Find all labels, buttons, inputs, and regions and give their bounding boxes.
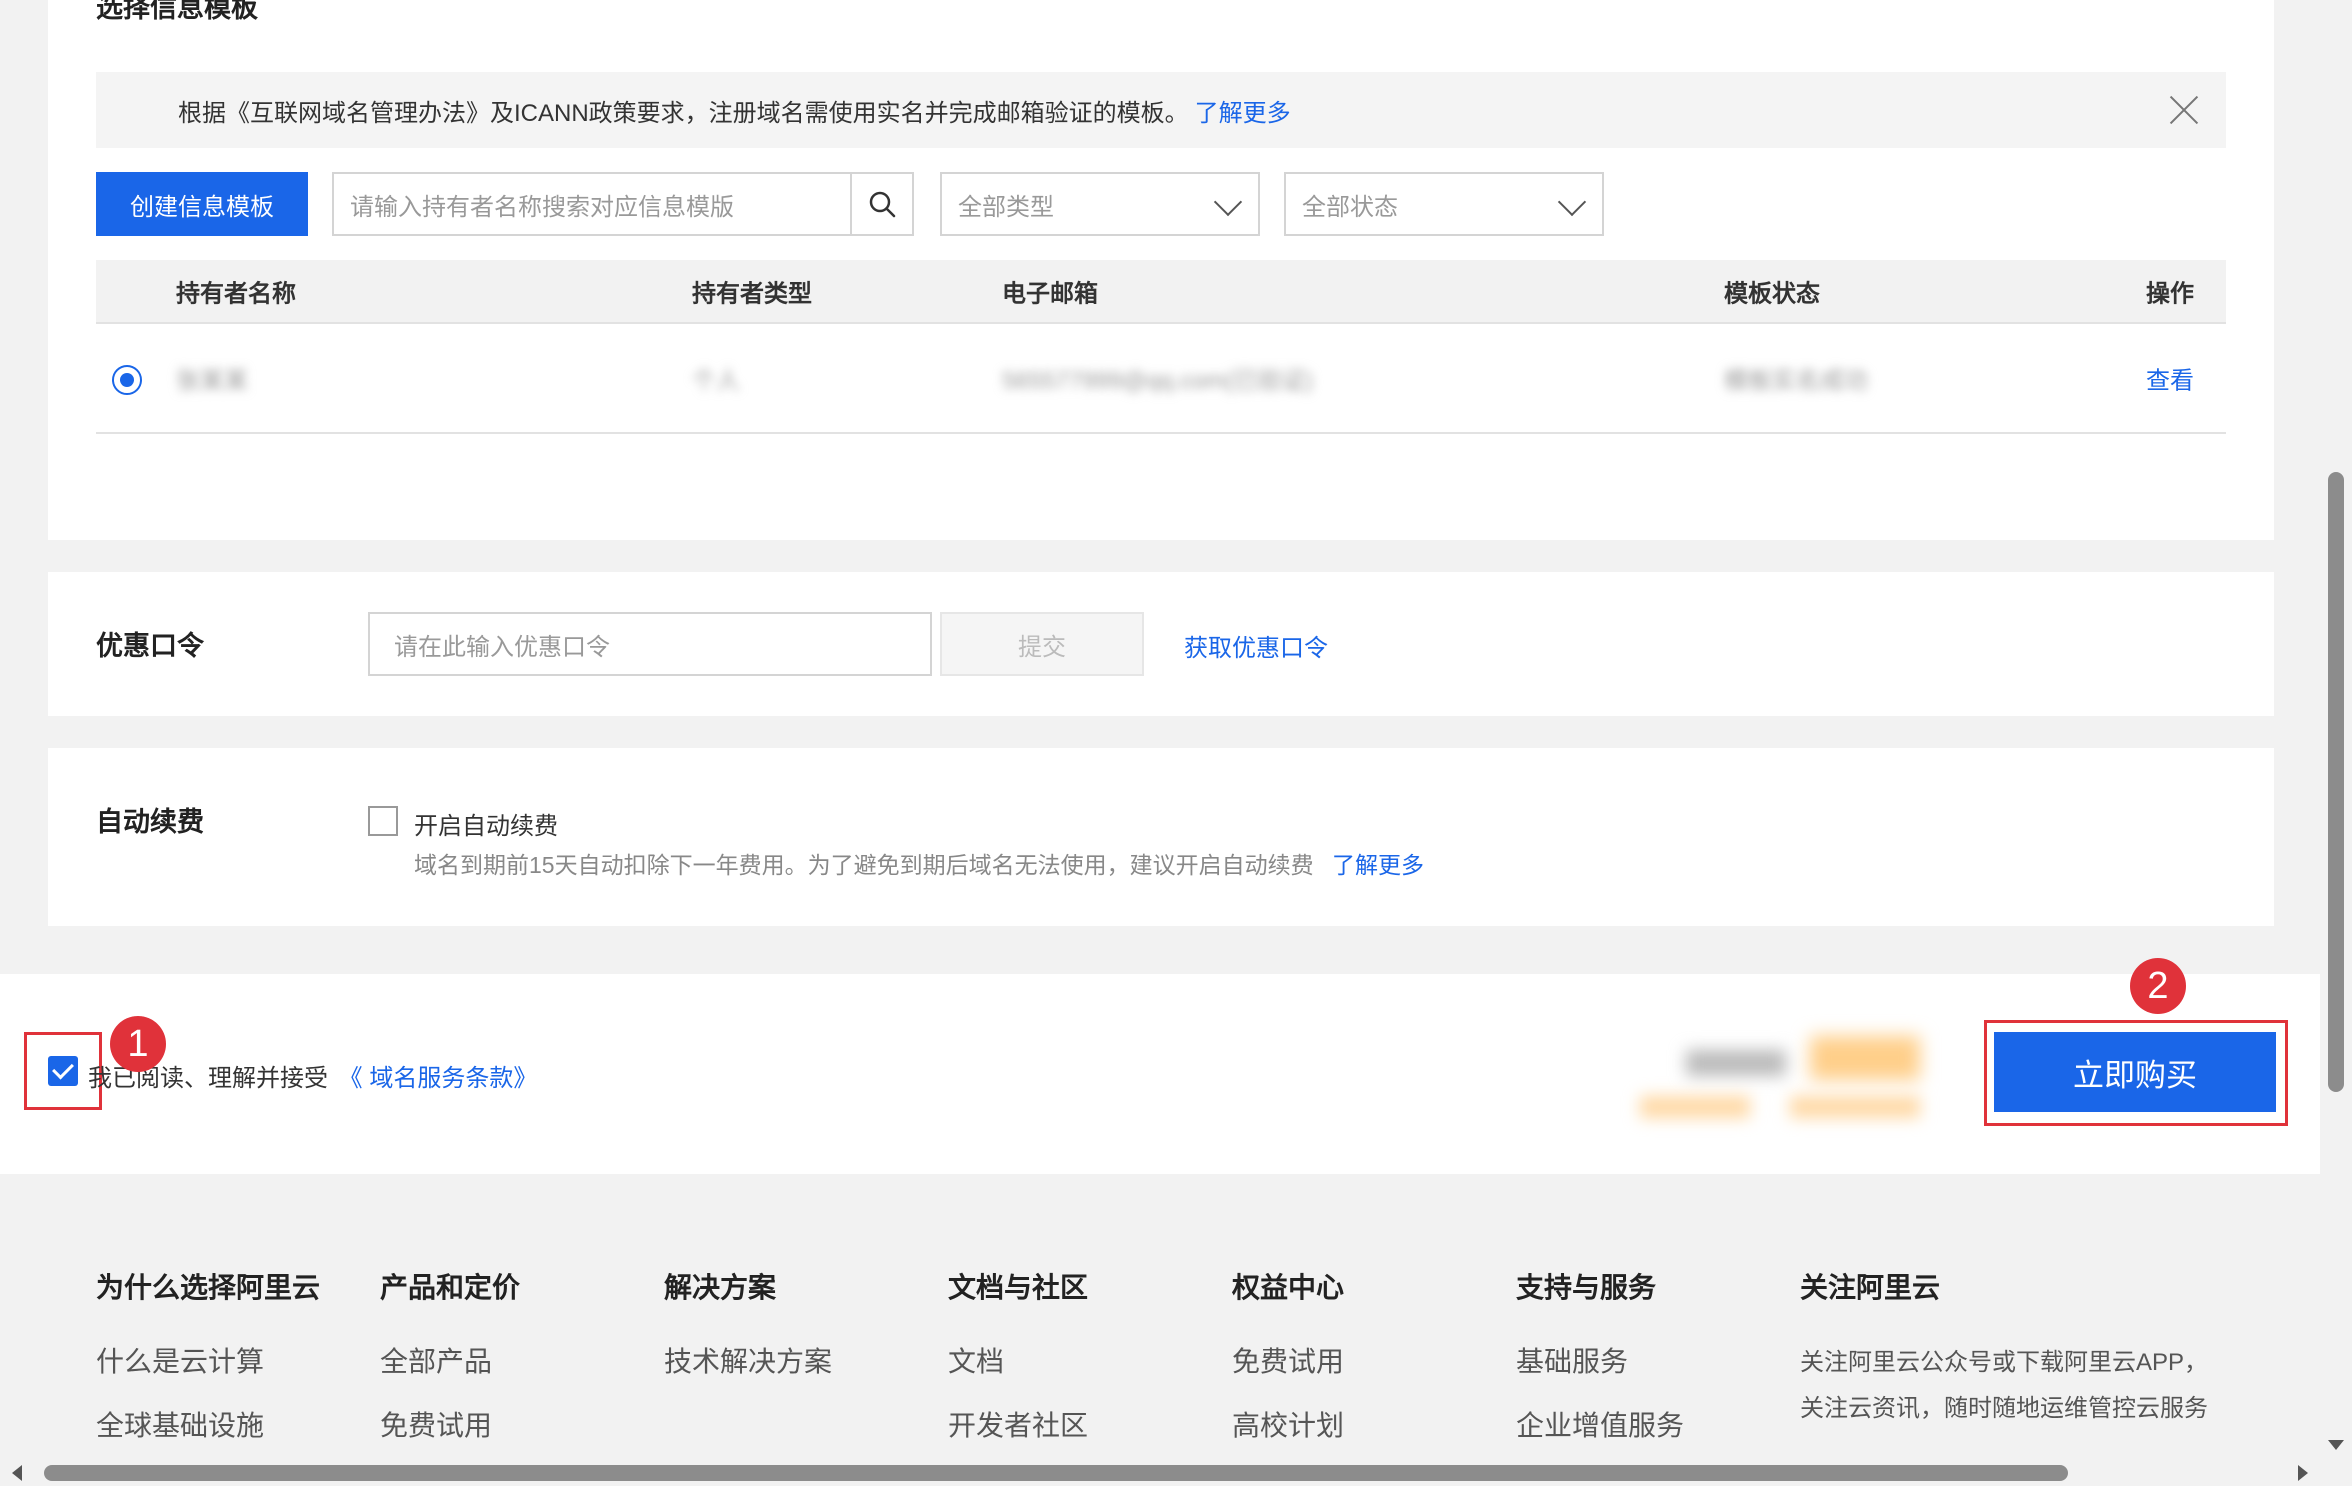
row-view-link[interactable]: 查看 (2146, 361, 2194, 396)
step-badge-2: 2 (2130, 958, 2186, 1014)
site-footer: 为什么选择阿里云 什么是云计算 全球基础设施 产品和定价 全部产品 免费试用 解… (0, 1174, 2320, 1464)
scrollbar-corner (2320, 1460, 2352, 1486)
coupon-input[interactable]: 请在此输入优惠口令 (368, 612, 932, 676)
footer-link[interactable]: 技术解决方案 (664, 1340, 832, 1380)
footer-link[interactable]: 高校计划 (1232, 1404, 1344, 1444)
template-table-header: 持有者名称 持有者类型 电子邮箱 模板状态 操作 (96, 260, 2226, 324)
column-email: 电子邮箱 (1002, 280, 1098, 308)
footer-col-title: 解决方案 (664, 1272, 777, 1303)
template-card: 选择信息模板 根据《互联网域名管理办法》及ICANN政策要求，注册域名需使用实名… (48, 0, 2274, 540)
get-coupon-link[interactable]: 获取优惠口令 (1184, 628, 1328, 663)
row-holder-name: 张某某 (176, 367, 248, 395)
footer-col-title: 产品和定价 (380, 1272, 521, 1303)
template-status-select-value: 全部状态 (1302, 193, 1398, 221)
footer-link[interactable]: 开发者社区 (948, 1404, 1088, 1444)
coupon-card: 优惠口令 请在此输入优惠口令 提交 获取优惠口令 (48, 572, 2274, 716)
chevron-down-icon (1213, 187, 1243, 217)
price-label-blurred (1686, 1050, 1786, 1076)
footer-col-benefits: 权益中心 免费试用 高校计划 (1232, 1266, 1344, 1468)
price-summary (1630, 1036, 1930, 1126)
footer-col-title: 文档与社区 (948, 1272, 1089, 1303)
notice-text: 根据《互联网域名管理办法》及ICANN政策要求，注册域名需使用实名并完成邮箱验证… (178, 99, 1189, 127)
footer-link[interactable]: 免费试用 (380, 1404, 520, 1444)
auto-renew-checkbox-label: 开启自动续费 (414, 813, 558, 840)
holder-type-select-value: 全部类型 (958, 193, 1054, 221)
auto-renew-label: 自动续费 (96, 807, 204, 837)
column-action: 操作 (2146, 280, 2194, 308)
create-template-button[interactable]: 创建信息模板 (96, 172, 308, 236)
agree-terms-text: 我已阅读、理解并接受 (88, 1065, 328, 1092)
column-template-status: 模板状态 (1724, 280, 1820, 308)
holder-type-select[interactable]: 全部类型 (940, 172, 1260, 236)
auto-renew-card: 自动续费 开启自动续费 域名到期前15天自动扣除下一年费用。为了避免到期后域名无… (48, 748, 2274, 926)
footer-col-support: 支持与服务 基础服务 企业增值服务 (1516, 1266, 1684, 1468)
column-holder-type: 持有者类型 (692, 280, 812, 308)
template-section-title: 选择信息模板 (96, 0, 258, 23)
coupon-label: 优惠口令 (96, 631, 204, 661)
chevron-down-icon (1557, 187, 1587, 217)
holder-search: 请输入持有者名称搜索对应信息模版 (332, 172, 914, 236)
scroll-down-arrow-icon[interactable] (2328, 1440, 2344, 1450)
price-detail-blurred (1640, 1096, 1750, 1118)
footer-link[interactable]: 什么是云计算 (96, 1340, 320, 1380)
auto-renew-description: 域名到期前15天自动扣除下一年费用。为了避免到期后域名无法使用，建议开启自动续费… (414, 846, 1424, 880)
notice-learn-more-link[interactable]: 了解更多 (1195, 93, 1291, 128)
footer-follow-text: 关注云资讯，随时随地运维管控云服务 (1800, 1395, 2208, 1422)
footer-col-title: 为什么选择阿里云 (96, 1272, 321, 1303)
auto-renew-checkbox[interactable] (368, 806, 398, 836)
footer-link[interactable]: 全部产品 (380, 1340, 520, 1380)
footer-link[interactable]: 免费试用 (1232, 1340, 1344, 1380)
price-value-blurred (1810, 1036, 1920, 1080)
footer-col-products: 产品和定价 全部产品 免费试用 (380, 1266, 520, 1468)
footer-col-solutions: 解决方案 技术解决方案 (664, 1266, 832, 1404)
scroll-left-arrow-icon[interactable] (12, 1465, 22, 1481)
row-template-status: 模板实名成功 (1724, 367, 1868, 395)
footer-link[interactable]: 基础服务 (1516, 1340, 1684, 1380)
scroll-right-arrow-icon[interactable] (2298, 1465, 2308, 1481)
footer-link[interactable]: 全球基础设施 (96, 1404, 320, 1444)
domain-service-terms-link[interactable]: 《 域名服务条款》 (339, 1065, 538, 1092)
row-radio[interactable] (112, 365, 142, 395)
footer-col-title: 关注阿里云 (1800, 1272, 1941, 1303)
vertical-scrollbar-thumb[interactable] (2328, 472, 2344, 1092)
footer-col-follow: 关注阿里云 关注阿里云公众号或下载阿里云APP， 关注云资讯，随时随地运维管控云… (1800, 1266, 2208, 1432)
auto-renew-learn-more-link[interactable]: 了解更多 (1332, 852, 1424, 878)
holder-search-input[interactable]: 请输入持有者名称搜索对应信息模版 (334, 174, 850, 234)
policy-notice: 根据《互联网域名管理办法》及ICANN政策要求，注册域名需使用实名并完成邮箱验证… (96, 72, 2226, 148)
vertical-scrollbar[interactable] (2320, 0, 2352, 1460)
horizontal-scrollbar-thumb[interactable] (44, 1465, 2068, 1481)
order-action-bar: 我已阅读、理解并接受 《 域名服务条款》 1 2 立即购买 (0, 958, 2320, 1174)
table-row[interactable]: 张某某 个人 565577999@qq.com(已验证) 模板实名成功 查看 (96, 324, 2226, 434)
footer-link[interactable]: 企业增值服务 (1516, 1404, 1684, 1444)
template-status-select[interactable]: 全部状态 (1284, 172, 1604, 236)
row-holder-type: 个人 (692, 367, 740, 395)
column-holder-name: 持有者名称 (176, 280, 296, 308)
footer-link[interactable]: 文档 (948, 1340, 1088, 1380)
footer-col-title: 支持与服务 (1516, 1272, 1657, 1303)
coupon-submit-button[interactable]: 提交 (940, 612, 1144, 676)
close-icon[interactable] (2168, 94, 2200, 126)
search-button[interactable] (850, 174, 912, 234)
footer-col-docs: 文档与社区 文档 开发者社区 (948, 1266, 1088, 1468)
row-email: 565577999@qq.com(已验证) (1002, 367, 1314, 395)
auto-renew-desc-text: 域名到期前15天自动扣除下一年费用。为了避免到期后域名无法使用，建议开启自动续费 (414, 852, 1314, 878)
search-icon (869, 191, 896, 218)
step-badge-1: 1 (110, 1016, 166, 1072)
footer-col-title: 权益中心 (1232, 1272, 1345, 1303)
price-detail-blurred (1790, 1096, 1920, 1118)
buy-now-button[interactable]: 立即购买 (1994, 1032, 2276, 1112)
footer-col-why: 为什么选择阿里云 什么是云计算 全球基础设施 (96, 1266, 320, 1468)
footer-follow-text: 关注阿里云公众号或下载阿里云APP， (1800, 1349, 2209, 1376)
horizontal-scrollbar[interactable] (0, 1460, 2320, 1486)
